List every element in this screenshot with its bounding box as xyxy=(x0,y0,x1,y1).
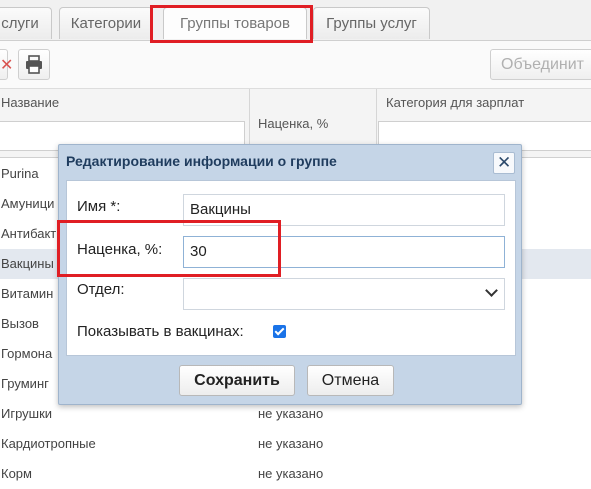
row-name: Purina xyxy=(1,166,39,181)
close-icon: ✕ xyxy=(497,153,512,172)
highlight-box-tab xyxy=(150,5,313,43)
highlight-box-markup xyxy=(57,220,281,277)
row-name: Вакцины xyxy=(1,256,54,271)
row-name: Антибакт xyxy=(1,226,57,241)
row-name: Амуници xyxy=(1,196,55,211)
cancel-button[interactable]: Отмена xyxy=(307,365,394,396)
merge-button[interactable]: Объединит xyxy=(490,49,591,80)
row-name: Корм xyxy=(1,466,32,481)
show-in-vaccines-label: Показывать в вакцинах: xyxy=(77,323,244,340)
row-name: Кардиотропные xyxy=(1,436,96,451)
save-button[interactable]: Сохранить xyxy=(179,365,295,396)
toolbar: ✕ Объединит xyxy=(0,41,591,88)
row-value: не указано xyxy=(258,466,324,481)
tab-categories[interactable]: Категории xyxy=(59,7,153,39)
column-header-salary-category: Категория для зарплат xyxy=(386,95,525,110)
row-value: не указано xyxy=(258,436,324,451)
department-label: Отдел: xyxy=(77,281,125,298)
row-name: Груминг xyxy=(1,376,49,391)
dialog-title: Редактирование информации о группе xyxy=(66,153,337,169)
tab-services[interactable]: слуги xyxy=(0,7,52,39)
printer-icon xyxy=(26,55,42,74)
tab-service-groups[interactable]: Группы услуг xyxy=(313,7,430,39)
show-in-vaccines-checkbox[interactable] xyxy=(273,325,286,338)
column-header-markup: Наценка, % xyxy=(258,116,329,131)
row-name: Витамин xyxy=(1,286,54,301)
name-label: Имя *: xyxy=(77,198,121,215)
row-name: Вызов xyxy=(1,316,39,331)
chevron-down-icon xyxy=(485,284,498,297)
table-row[interactable]: Кардиотропные не указано xyxy=(0,429,591,459)
row-name: Гормона xyxy=(1,346,53,361)
x-icon: ✕ xyxy=(0,57,14,74)
department-select[interactable] xyxy=(183,278,505,310)
print-button[interactable] xyxy=(18,49,50,80)
row-name: Игрушки xyxy=(1,406,53,421)
close-button[interactable]: ✕ xyxy=(493,152,515,174)
delete-button[interactable]: ✕ xyxy=(0,49,13,80)
column-header-name: Название xyxy=(1,95,60,110)
table-row[interactable]: Корм не указано xyxy=(0,459,591,489)
